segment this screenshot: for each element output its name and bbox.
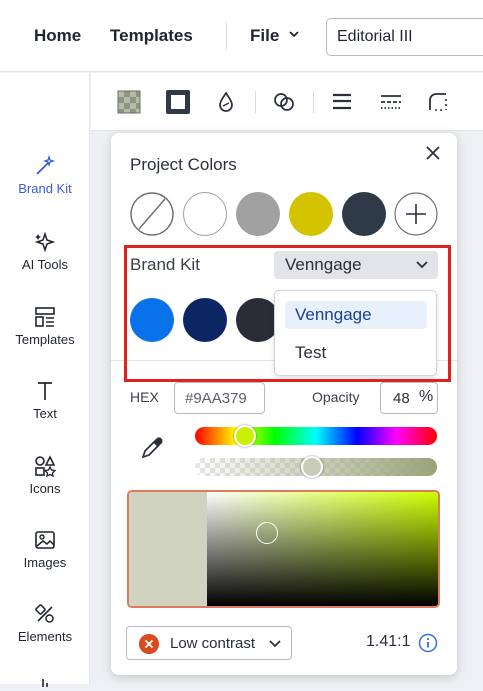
opacity-unit: % xyxy=(419,388,434,405)
nav-home[interactable]: Home xyxy=(34,26,81,46)
project-colors-title: Project Colors xyxy=(130,155,237,174)
toolbar-divider xyxy=(255,91,256,113)
eyedropper-icon[interactable] xyxy=(139,435,165,461)
toolbar-divider xyxy=(313,91,314,113)
sidebar-item-label: Brand Kit xyxy=(18,181,72,196)
shapes-icon[interactable] xyxy=(272,90,296,114)
sidebar-item-label: AI Tools xyxy=(21,257,68,272)
color-preview xyxy=(129,492,207,606)
image-icon xyxy=(35,531,55,549)
contrast-ratio: 1.41:1 xyxy=(366,633,411,650)
line-style-icon[interactable] xyxy=(379,90,403,114)
color-swatch[interactable] xyxy=(183,192,227,236)
hex-input[interactable]: #9AA379 xyxy=(174,382,265,414)
hex-label: HEX xyxy=(130,389,159,405)
hue-slider[interactable] xyxy=(195,427,437,445)
contrast-check-button[interactable]: Low contrast xyxy=(126,626,292,660)
sidebar-item-templates[interactable]: Templates xyxy=(0,306,90,347)
color-swatch[interactable] xyxy=(342,192,386,236)
color-picker-area xyxy=(127,490,440,608)
sidebar-item-brand-kit[interactable]: Brand Kit xyxy=(0,155,90,196)
sidebar-item-text[interactable]: Text xyxy=(0,380,90,421)
elements-icon xyxy=(35,604,54,623)
sidebar-item-label: Text xyxy=(33,406,57,421)
sidebar-item-label: Templates xyxy=(15,332,75,347)
sidebar-item-icons[interactable]: Icons xyxy=(0,455,90,496)
shapes-icon xyxy=(35,455,56,477)
sidebar-item-label: Icons xyxy=(29,481,61,496)
sidebar-item-ai-tools[interactable]: AI Tools xyxy=(0,231,90,272)
chevron-down-icon[interactable] xyxy=(289,29,299,39)
contrast-label: Low contrast xyxy=(170,635,256,652)
top-bar: Home Templates File Editorial III xyxy=(0,0,483,72)
nav-templates[interactable]: Templates xyxy=(110,26,193,46)
color-swatch[interactable] xyxy=(289,192,333,236)
sidebar-item-elements[interactable]: Elements xyxy=(0,603,90,644)
line-weight-icon[interactable] xyxy=(330,90,354,114)
sidebar-item-label: Images xyxy=(23,555,67,570)
highlight-box xyxy=(124,245,451,382)
color-swatch[interactable] xyxy=(236,192,280,236)
error-icon xyxy=(139,634,159,654)
corner-radius-icon[interactable] xyxy=(426,90,450,114)
partial-icon xyxy=(42,679,48,687)
sidebar-item-label: Elements xyxy=(17,629,73,644)
nav-file[interactable]: File xyxy=(250,26,279,46)
info-icon[interactable] xyxy=(418,633,438,653)
left-sidebar: Brand Kit AI Tools Templates Text Icons … xyxy=(0,73,90,687)
magic-wand-icon xyxy=(36,155,56,175)
opacity-slider-handle[interactable] xyxy=(301,456,323,478)
text-icon xyxy=(38,382,52,400)
opacity-label: Opacity xyxy=(312,389,360,405)
close-icon[interactable] xyxy=(423,143,443,163)
sidebar-item-images[interactable]: Images xyxy=(0,529,90,570)
sparkles-icon xyxy=(34,231,56,253)
saturation-value-field[interactable] xyxy=(207,492,438,606)
transparency-icon[interactable] xyxy=(117,90,141,114)
color-drop-icon[interactable] xyxy=(214,90,238,114)
templates-icon xyxy=(35,307,55,327)
add-color-button[interactable] xyxy=(394,192,438,236)
no-color-swatch[interactable] xyxy=(130,192,174,236)
format-toolbar xyxy=(91,73,483,131)
saturation-value-handle[interactable] xyxy=(256,522,278,544)
border-icon[interactable] xyxy=(166,90,190,114)
chevron-down-icon xyxy=(269,640,281,648)
document-title-input[interactable]: Editorial III xyxy=(326,18,483,56)
sidebar-item-more[interactable] xyxy=(0,677,90,691)
hue-slider-handle[interactable] xyxy=(234,425,256,447)
nav-divider xyxy=(226,22,227,50)
